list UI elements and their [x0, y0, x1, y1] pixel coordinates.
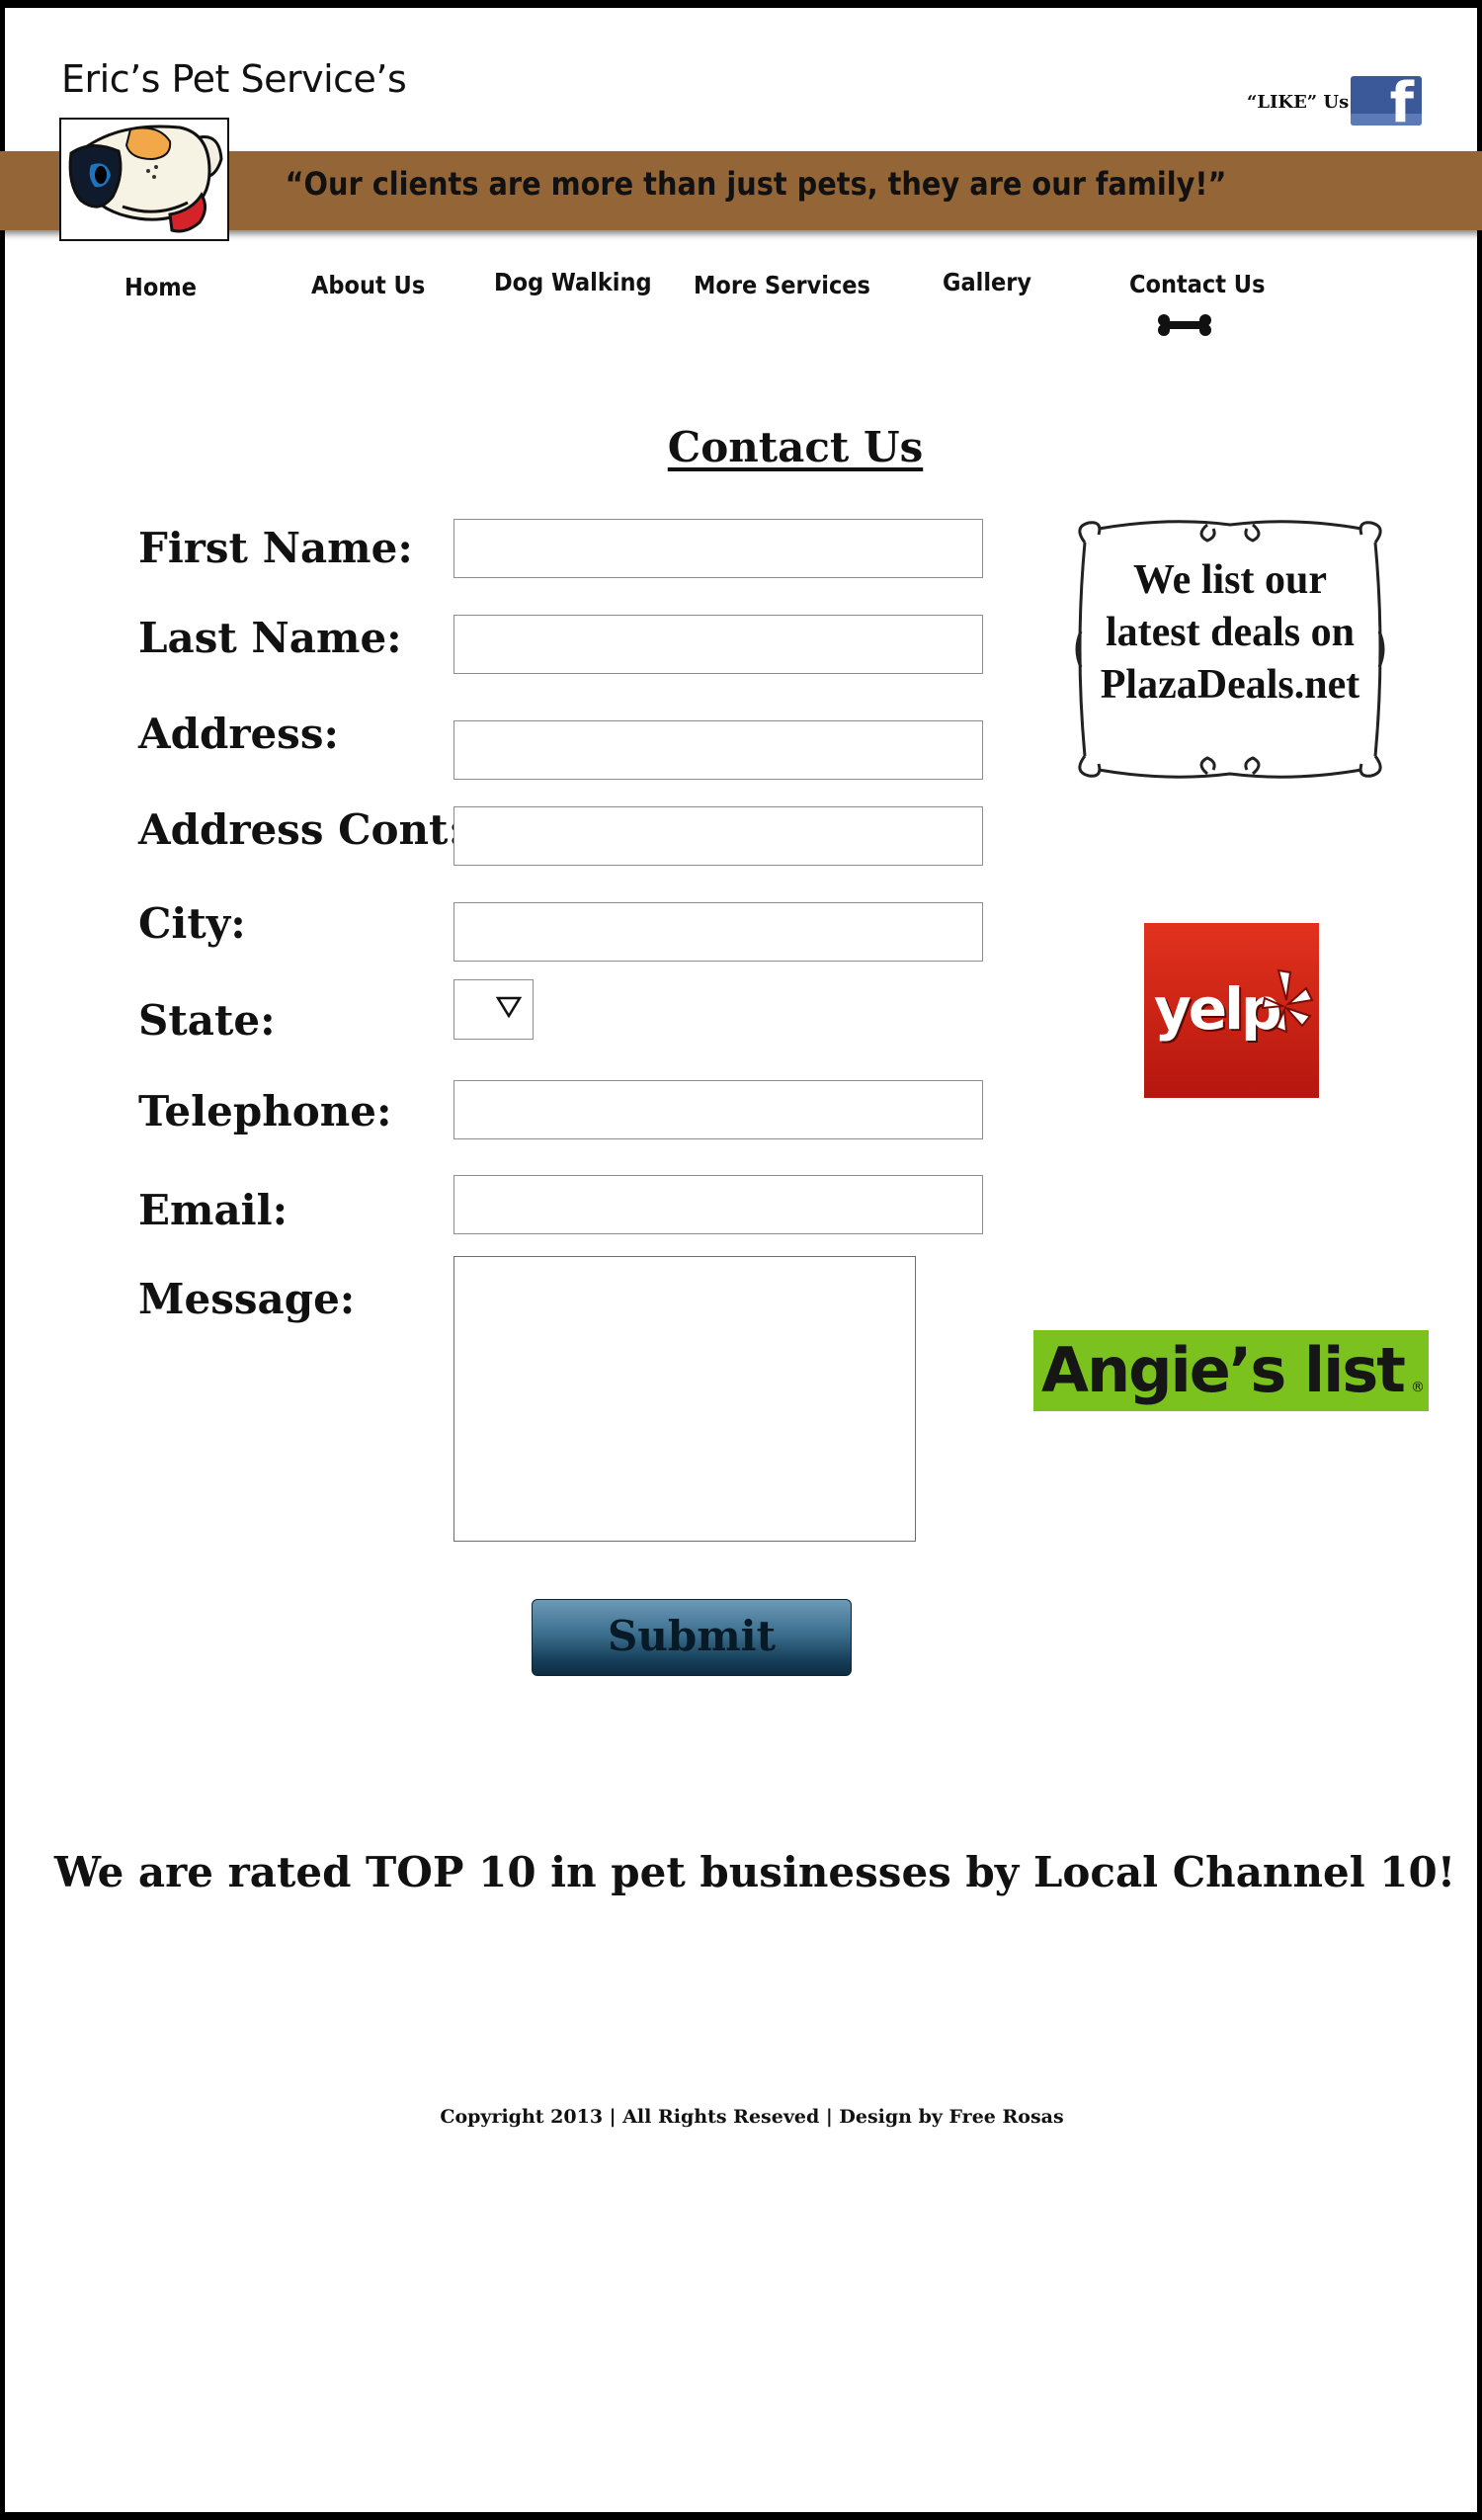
facebook-like-label[interactable]: “LIKE” Us [1247, 92, 1349, 113]
message-label: Message: [138, 1275, 356, 1323]
telephone-label: Telephone: [138, 1087, 392, 1135]
address-field[interactable] [453, 720, 983, 780]
address-cont-label: Address Cont: [138, 805, 463, 854]
nav-gallery[interactable]: Gallery [943, 268, 1031, 296]
email-label: Email: [138, 1186, 288, 1234]
deals-line-3: PlazaDeals.net [1100, 662, 1360, 708]
message-textarea[interactable] [453, 1256, 916, 1542]
state-label: State: [138, 996, 276, 1045]
dog-logo[interactable] [59, 118, 229, 241]
rating-statement: We are rated TOP 10 in pet businesses by… [53, 1848, 1456, 1896]
plazadeals-badge[interactable]: We list our latest deals on PlazaDeals.n… [1069, 513, 1391, 786]
plazadeals-text: We list our latest deals on PlazaDeals.n… [1069, 554, 1391, 712]
nav-more-services[interactable]: More Services [694, 271, 870, 299]
nav-home[interactable]: Home [124, 273, 197, 301]
address-label: Address: [138, 710, 339, 758]
city-field[interactable] [453, 902, 983, 962]
site-title: Eric’s Pet Service’s [61, 57, 407, 101]
email-field[interactable] [453, 1175, 983, 1234]
last-name-field[interactable] [453, 615, 983, 674]
yelp-logo[interactable]: yelp [1144, 923, 1319, 1098]
nav-dog-walking[interactable]: Dog Walking [494, 268, 652, 296]
dropdown-triangle-icon [496, 996, 522, 1018]
city-label: City: [138, 899, 246, 948]
footer-copyright: Copyright 2013 | All Rights Reseved | De… [440, 2106, 1064, 2128]
page-title: Contact Us [667, 423, 924, 471]
angies-list-text: Angie’s list [1041, 1334, 1406, 1406]
state-select[interactable] [453, 979, 534, 1040]
facebook-icon[interactable]: f [1351, 76, 1422, 126]
deals-line-1: We list our [1133, 557, 1327, 603]
first-name-field[interactable] [453, 519, 983, 578]
registered-mark-icon: ® [1411, 1380, 1425, 1395]
nav-contact-us[interactable]: Contact Us [1129, 270, 1265, 298]
dog-face-icon [68, 125, 223, 233]
deals-line-2: latest deals on [1106, 610, 1355, 655]
first-name-label: First Name: [138, 524, 413, 572]
nav-about-us[interactable]: About Us [311, 271, 425, 299]
last-name-label: Last Name: [138, 614, 402, 662]
angies-list-logo[interactable]: Angie’s list ® [1033, 1330, 1429, 1411]
address-cont-field[interactable] [453, 806, 983, 866]
bone-icon [1156, 314, 1213, 340]
yelp-burst-icon [1261, 968, 1314, 1034]
submit-button[interactable]: Submit [532, 1599, 852, 1676]
telephone-field[interactable] [453, 1080, 983, 1139]
